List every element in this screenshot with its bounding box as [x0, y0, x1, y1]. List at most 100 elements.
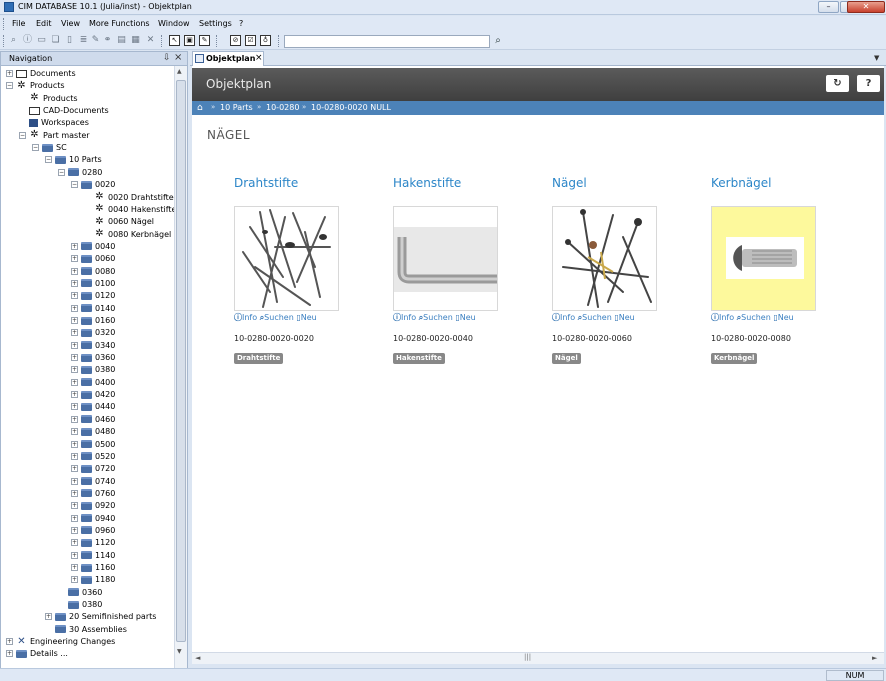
- search-input[interactable]: [284, 35, 490, 48]
- menu-settings[interactable]: Settings: [199, 19, 232, 28]
- menu-file[interactable]: File: [12, 19, 25, 28]
- idea-icon[interactable]: ♁: [260, 35, 271, 46]
- tree-node[interactable]: + ✕ Engineering Changes: [6, 636, 115, 648]
- expand-toggle-icon[interactable]: +: [6, 638, 13, 646]
- info-link[interactable]: Info: [401, 313, 416, 322]
- expand-toggle-icon[interactable]: −: [58, 168, 65, 176]
- tree-node[interactable]: +0320: [71, 327, 115, 339]
- expand-toggle-icon[interactable]: +: [71, 465, 78, 473]
- expand-toggle-icon[interactable]: +: [71, 539, 78, 547]
- page-icon[interactable]: ▯: [64, 35, 75, 46]
- edit-form-icon[interactable]: ✎: [199, 35, 210, 46]
- expand-toggle-icon[interactable]: +: [71, 292, 78, 300]
- tree-node[interactable]: +1140: [71, 550, 115, 562]
- tree-node[interactable]: +0520: [71, 451, 115, 463]
- link-icon[interactable]: ⚭: [102, 35, 113, 46]
- tree-node[interactable]: ✲ Products: [19, 93, 77, 105]
- expand-toggle-icon[interactable]: +: [71, 267, 78, 275]
- tree-node[interactable]: 0360: [58, 587, 102, 599]
- tree-node[interactable]: +1160: [71, 562, 115, 574]
- expand-toggle-icon[interactable]: +: [45, 613, 52, 621]
- expand-toggle-icon[interactable]: −: [32, 144, 39, 152]
- monitor-icon[interactable]: ▭: [36, 35, 47, 46]
- new-link[interactable]: Neu: [778, 313, 794, 322]
- tree-node[interactable]: +0140: [71, 303, 115, 315]
- expand-toggle-icon[interactable]: +: [71, 242, 78, 250]
- tree-node[interactable]: +0120: [71, 290, 115, 302]
- drahtstifte-image[interactable]: [234, 206, 339, 311]
- card-title[interactable]: Drahtstifte: [234, 176, 298, 190]
- tree-node[interactable]: Workspaces: [19, 117, 89, 129]
- tree-node[interactable]: − SC: [32, 142, 67, 154]
- home-icon[interactable]: ⌂: [197, 103, 203, 113]
- scroll-grip-icon[interactable]: |||: [524, 653, 531, 661]
- tree-node[interactable]: +1120: [71, 537, 115, 549]
- paste-icon[interactable]: ▦: [130, 35, 141, 46]
- horizontal-scrollbar[interactable]: ◄ ||| ►: [192, 652, 884, 664]
- delete-icon[interactable]: ✕: [145, 35, 156, 46]
- tree-node[interactable]: +0460: [71, 414, 115, 426]
- expand-toggle-icon[interactable]: +: [71, 576, 78, 584]
- tree-node[interactable]: +0740: [71, 476, 115, 488]
- copy-icon[interactable]: ❏: [50, 35, 61, 46]
- new-link[interactable]: Neu: [460, 313, 476, 322]
- expand-toggle-icon[interactable]: +: [71, 489, 78, 497]
- info-icon[interactable]: ⓘ: [22, 35, 33, 46]
- tree-node[interactable]: +0920: [71, 500, 115, 512]
- tree-node[interactable]: + Documents: [6, 68, 76, 80]
- expand-toggle-icon[interactable]: −: [71, 181, 78, 189]
- expand-toggle-icon[interactable]: +: [71, 403, 78, 411]
- naegel-image[interactable]: [552, 206, 657, 311]
- tree-node[interactable]: ✲ 0020 Drahtstifte: [84, 192, 173, 204]
- expand-toggle-icon[interactable]: +: [71, 341, 78, 349]
- expand-toggle-icon[interactable]: +: [71, 304, 78, 312]
- expand-toggle-icon[interactable]: +: [71, 378, 78, 386]
- menu-window[interactable]: Window: [158, 19, 190, 28]
- expand-toggle-icon[interactable]: −: [19, 131, 26, 139]
- expand-toggle-icon[interactable]: +: [71, 526, 78, 534]
- expand-toggle-icon[interactable]: +: [71, 415, 78, 423]
- minimize-button[interactable]: –: [818, 1, 839, 13]
- search-link[interactable]: Suchen: [582, 313, 612, 322]
- expand-toggle-icon[interactable]: −: [45, 156, 52, 164]
- tree-node[interactable]: − 0280: [58, 167, 102, 179]
- new-document-icon[interactable]: ▤: [116, 35, 127, 46]
- expand-toggle-icon[interactable]: +: [71, 551, 78, 559]
- expand-toggle-icon[interactable]: +: [71, 514, 78, 522]
- expand-toggle-icon[interactable]: +: [71, 440, 78, 448]
- navigation-scrollbar[interactable]: ▲ ▼: [174, 66, 187, 668]
- expand-toggle-icon[interactable]: +: [71, 452, 78, 460]
- expand-toggle-icon[interactable]: −: [6, 82, 13, 90]
- new-link[interactable]: Neu: [619, 313, 635, 322]
- expand-toggle-icon[interactable]: +: [71, 329, 78, 337]
- menu-help[interactable]: ?: [239, 19, 243, 28]
- tree-node[interactable]: +0420: [71, 389, 115, 401]
- search-icon[interactable]: ⌕: [491, 34, 505, 48]
- tree-node[interactable]: + Details ...: [6, 648, 68, 660]
- tab-objektplan[interactable]: Objektplan ×: [192, 51, 264, 66]
- hakenstifte-image[interactable]: [393, 206, 498, 311]
- tree-node[interactable]: +0760: [71, 488, 115, 500]
- expand-toggle-icon[interactable]: +: [71, 366, 78, 374]
- expand-toggle-icon[interactable]: +: [71, 477, 78, 485]
- tree-node[interactable]: +0160: [71, 315, 115, 327]
- pen-icon[interactable]: ✎: [90, 35, 101, 46]
- search-link[interactable]: Suchen: [264, 313, 294, 322]
- breadcrumb-10-0280[interactable]: 10-0280: [266, 103, 299, 112]
- tree-node[interactable]: CAD-Documents: [19, 105, 109, 117]
- form-icon[interactable]: ▣: [184, 35, 195, 46]
- close-button[interactable]: ✕: [847, 1, 885, 13]
- tree-node[interactable]: +1180: [71, 574, 115, 586]
- select-icon[interactable]: ↖: [169, 35, 180, 46]
- search-link[interactable]: Suchen: [423, 313, 453, 322]
- tree-node[interactable]: +0080: [71, 266, 115, 278]
- scroll-thumb[interactable]: [176, 80, 186, 642]
- search-link[interactable]: Suchen: [741, 313, 771, 322]
- help-button[interactable]: ?: [857, 75, 880, 92]
- scroll-left-icon[interactable]: ◄: [195, 654, 200, 662]
- breadcrumb-10-parts[interactable]: 10 Parts: [220, 103, 253, 112]
- expand-toggle-icon[interactable]: +: [71, 255, 78, 263]
- tree-node[interactable]: +0400: [71, 377, 115, 389]
- expand-toggle-icon[interactable]: +: [71, 502, 78, 510]
- expand-toggle-icon[interactable]: +: [6, 650, 13, 658]
